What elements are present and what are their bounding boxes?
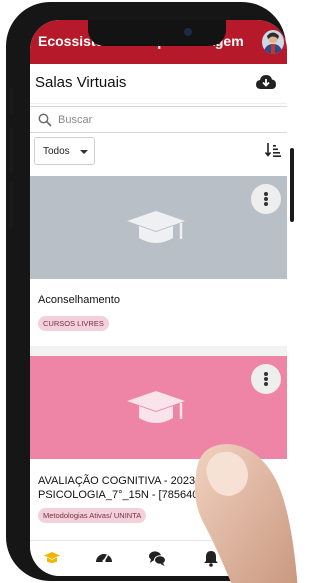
- course-name: Aconselhamento: [38, 294, 120, 306]
- filter-row: Todos: [30, 137, 287, 169]
- graduation-cap-icon[interactable]: [43, 549, 61, 567]
- cloud-download-icon[interactable]: [256, 74, 276, 90]
- card-menu-button[interactable]: [251, 184, 281, 214]
- app-bar: Ecossistema de Aprendizagem: [30, 20, 287, 64]
- camera-notch: [88, 20, 226, 46]
- search-input[interactable]: [58, 109, 268, 131]
- finger-overlay: [194, 444, 298, 583]
- course-card[interactable]: Aconselhamento CURSOS LIVRES: [30, 176, 287, 346]
- mute-switch: [9, 88, 13, 114]
- sort-icon[interactable]: [264, 142, 281, 158]
- power-button: [290, 148, 294, 222]
- page-title: Salas Virtuais: [35, 74, 127, 91]
- camera-icon: [184, 28, 192, 36]
- graduation-cap-icon: [127, 211, 185, 243]
- chevron-down-icon: [80, 150, 88, 154]
- volume-down-button: [9, 182, 13, 228]
- search-bar: [30, 106, 287, 133]
- course-tag: CURSOS LIVRES: [38, 316, 109, 331]
- speedometer-icon[interactable]: [95, 549, 113, 567]
- volume-up-button: [9, 127, 13, 173]
- course-tag: Metodologias Ativas/ UNINTA: [38, 508, 147, 523]
- filter-select[interactable]: Todos: [34, 137, 95, 165]
- chat-icon[interactable]: [148, 549, 166, 567]
- search-icon: [38, 113, 52, 127]
- card-menu-button[interactable]: [251, 364, 281, 394]
- filter-selected-value: Todos: [43, 146, 70, 157]
- page-header: Salas Virtuais: [30, 64, 287, 104]
- avatar[interactable]: [262, 30, 284, 54]
- card-banner: [30, 176, 287, 279]
- graduation-cap-icon: [127, 391, 185, 423]
